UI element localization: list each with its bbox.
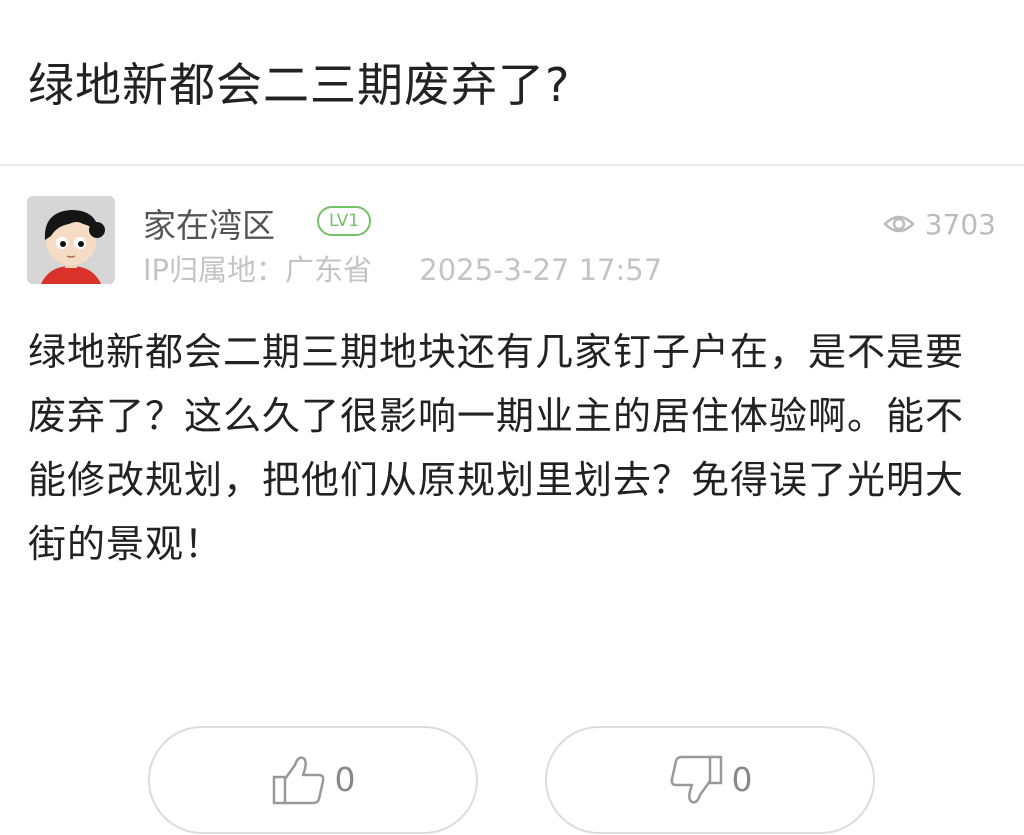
view-count-value: 3703 bbox=[924, 207, 996, 241]
cartoon-avatar-icon bbox=[27, 196, 115, 284]
post-date: 2025-3-27 17:57 bbox=[419, 253, 663, 287]
view-count: 3703 bbox=[882, 204, 996, 244]
post-meta: IP归属地：广东省 2025-3-27 17:57 bbox=[143, 249, 662, 291]
level-badge: LV1 bbox=[317, 206, 371, 236]
dislike-count: 0 bbox=[731, 760, 753, 799]
post-title: 绿地新都会二三期废弃了? bbox=[28, 58, 571, 112]
ip-location: IP归属地：广东省 bbox=[143, 253, 373, 287]
thumbs-down-icon bbox=[670, 755, 722, 804]
like-count: 0 bbox=[334, 760, 356, 799]
dislike-button[interactable]: 0 bbox=[545, 726, 875, 834]
post-content: 绿地新都会二期三期地块还有几家钉子户在，是不是要废弃了？这么久了很影响一期业主的… bbox=[28, 330, 965, 566]
like-button[interactable]: 0 bbox=[148, 726, 478, 834]
post-detail-page: 绿地新都会二三期废弃了? 家在湾区 LV1 IP归属地：广东省 2025-3-2… bbox=[0, 0, 1024, 835]
title-bar: 绿地新都会二三期废弃了? bbox=[0, 0, 1024, 166]
eye-icon bbox=[882, 215, 915, 233]
thumbs-up-icon bbox=[272, 756, 324, 805]
author-name[interactable]: 家在湾区 bbox=[143, 203, 275, 249]
avatar[interactable] bbox=[27, 196, 115, 284]
